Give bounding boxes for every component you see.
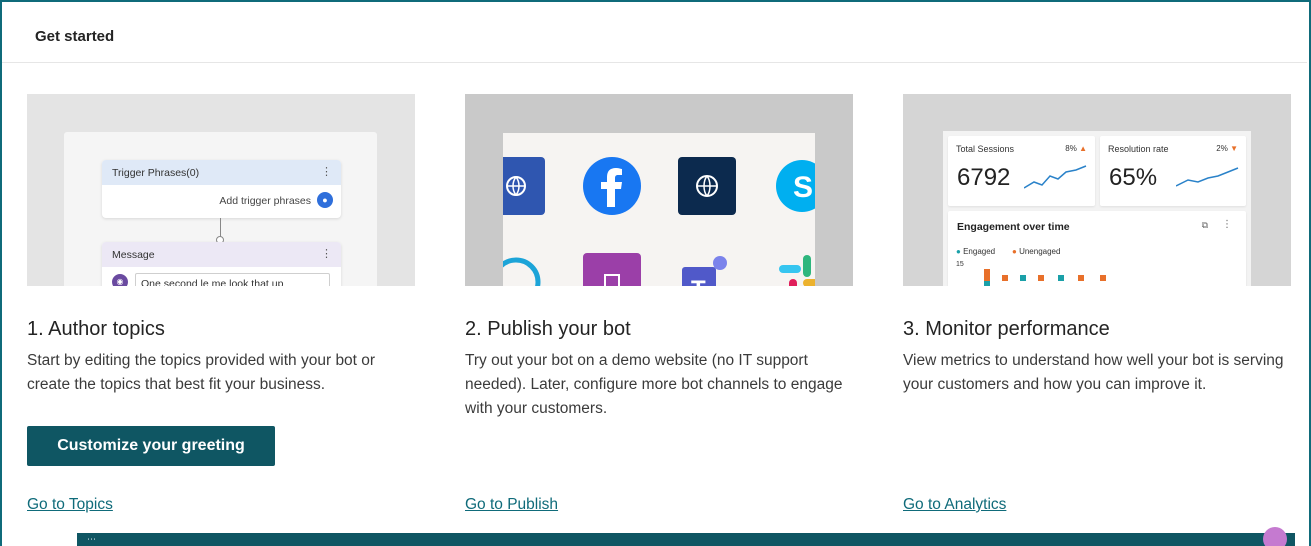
monitor-performance-card: Total Sessions 8% ▲ 6792 Resolution rate…: [903, 94, 1291, 397]
svg-text:S: S: [793, 171, 813, 204]
node-connector: [220, 218, 221, 238]
total-sessions-value: 6792: [957, 164, 1011, 191]
chart-bar: [984, 269, 990, 281]
engagement-chart-card: Engagement over time ⧉ ⋮ ● Engaged ● Une…: [948, 211, 1246, 286]
trend-up-icon: ▲: [1079, 144, 1087, 153]
engagement-chart-title: Engagement over time: [957, 221, 1070, 233]
chart-bar: [984, 281, 990, 286]
avatar[interactable]: [1263, 527, 1287, 546]
channels-preview: S T: [503, 133, 815, 286]
publish-bot-title: 2. Publish your bot: [465, 318, 631, 340]
author-topics-title: 1. Author topics: [27, 318, 165, 340]
customize-greeting-button[interactable]: Customize your greeting: [27, 426, 275, 466]
facebook-icon: [583, 157, 641, 215]
trigger-phrases-node: Trigger Phrases(0) ⋮ Add trigger phrases…: [102, 160, 341, 218]
publish-bot-card: S T 2. Publish your bot Try out your bot…: [465, 94, 853, 421]
app-launcher-icon[interactable]: ⋯: [87, 534, 96, 545]
resolution-rate-label: Resolution rate: [1108, 144, 1169, 154]
more-options-icon: ⋮: [321, 166, 332, 178]
bot-avatar-icon: ◉: [112, 274, 128, 286]
sessions-sparkline: [1024, 165, 1087, 189]
trend-down-icon: ▼: [1230, 144, 1238, 153]
message-text-box: One second le me look that up: [135, 273, 330, 286]
person-icon: ●: [317, 192, 333, 208]
web-chat-icon: [503, 157, 545, 215]
svg-text:T: T: [691, 276, 706, 286]
power-apps-icon: [583, 253, 641, 286]
chart-bar: [1020, 275, 1026, 281]
resolution-sparkline: [1176, 167, 1239, 187]
monitor-performance-thumbnail: Total Sessions 8% ▲ 6792 Resolution rate…: [903, 94, 1291, 286]
panel-header: Get started: [2, 2, 1307, 63]
resolution-rate-card: Resolution rate 2% ▼ 65%: [1100, 136, 1246, 206]
more-options-icon: ⋮: [1222, 219, 1232, 230]
legend-unengaged: ● Unengaged: [1012, 247, 1061, 256]
total-sessions-delta: 8% ▲: [1065, 144, 1087, 153]
chart-bar: [1078, 275, 1084, 281]
teams-icon: T: [678, 253, 736, 286]
legend-engaged: ● Engaged: [956, 247, 996, 256]
monitor-performance-description: View metrics to understand how well your…: [903, 352, 1284, 393]
message-node-title: Message: [112, 249, 155, 261]
alexa-icon: [503, 253, 545, 286]
publish-bot-thumbnail: S T: [465, 94, 853, 286]
total-sessions-label: Total Sessions: [956, 144, 1015, 154]
app-title-bar: ⋯: [77, 527, 1295, 546]
message-node: Message ⋮ ◉ One second le me look that u…: [102, 242, 341, 286]
add-trigger-phrases-label: Add trigger phrases: [219, 195, 311, 207]
analytics-preview: Total Sessions 8% ▲ 6792 Resolution rate…: [943, 131, 1251, 286]
trigger-node-title: Trigger Phrases(0): [112, 167, 200, 179]
go-to-topics-link[interactable]: Go to Topics: [27, 496, 113, 514]
expand-icon: ⧉: [1201, 220, 1208, 230]
total-sessions-card: Total Sessions 8% ▲ 6792: [948, 136, 1095, 206]
resolution-rate-value: 65%: [1109, 164, 1158, 191]
publish-bot-description: Try out your bot on a demo website (no I…: [465, 352, 843, 417]
chart-bar: [1058, 275, 1064, 281]
chart-bar: [1002, 275, 1008, 281]
more-options-icon: ⋮: [321, 248, 332, 260]
author-topics-thumbnail: Trigger Phrases(0) ⋮ Add trigger phrases…: [27, 94, 415, 286]
y-axis-tick: 15: [956, 261, 964, 268]
website-globe-icon: [678, 157, 736, 215]
panel-title: Get started: [35, 28, 115, 45]
resolution-rate-delta: 2% ▼: [1216, 144, 1238, 153]
author-topics-description: Start by editing the topics provided wit…: [27, 352, 376, 393]
chart-bar: [1038, 275, 1044, 281]
slack-icon: [773, 253, 815, 286]
go-to-analytics-link[interactable]: Go to Analytics: [903, 496, 1006, 514]
go-to-publish-link[interactable]: Go to Publish: [465, 496, 558, 514]
monitor-performance-title: 3. Monitor performance: [903, 318, 1110, 340]
chart-bar: [1100, 275, 1106, 281]
skype-icon: S: [773, 157, 815, 215]
author-topics-card: Trigger Phrases(0) ⋮ Add trigger phrases…: [27, 94, 415, 397]
